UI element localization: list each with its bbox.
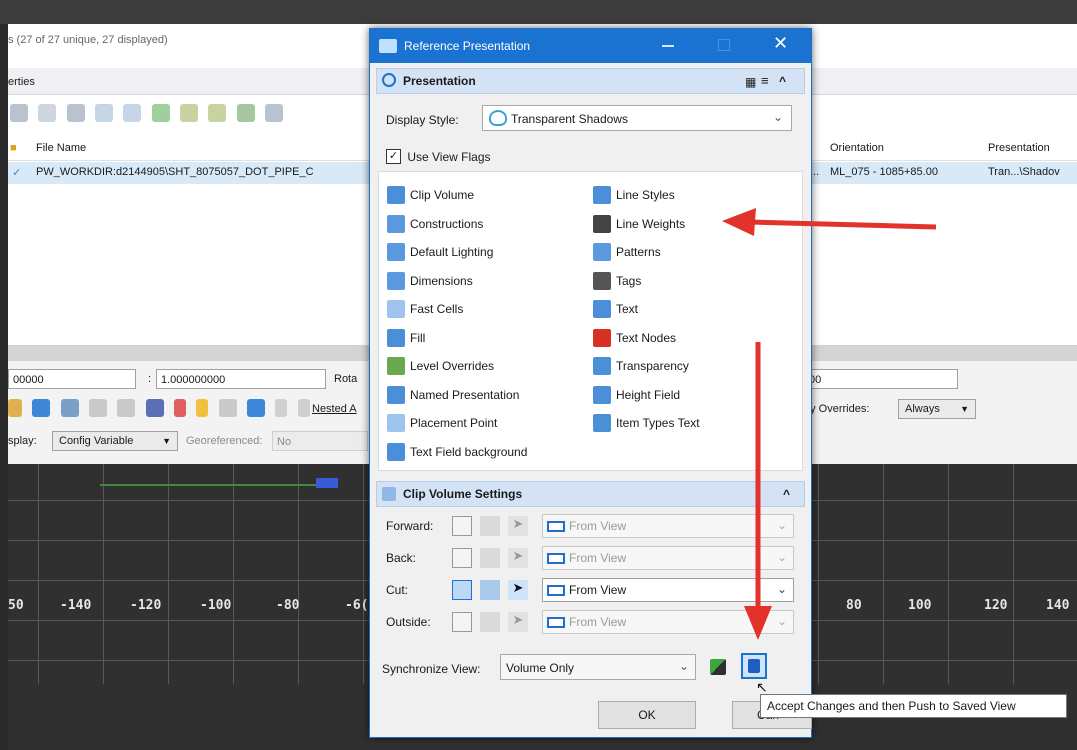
- annotation-arrows: [722, 208, 937, 640]
- arrow-line-weights-head: [722, 208, 756, 236]
- arrow-line-weights-shaft: [749, 219, 937, 230]
- arrow-push-button-head: [744, 606, 772, 640]
- push-saved-view-tooltip: Accept Changes and then Push to Saved Vi…: [760, 694, 1067, 718]
